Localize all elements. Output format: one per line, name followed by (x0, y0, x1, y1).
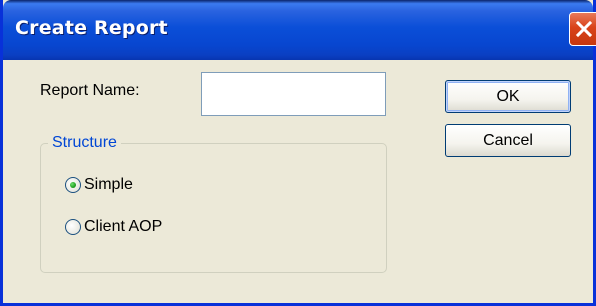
title-bar[interactable]: Create Report (3, 0, 593, 60)
radio-button-simple[interactable] (65, 177, 81, 193)
report-name-input[interactable] (201, 72, 386, 116)
report-name-label: Report Name: (40, 82, 140, 99)
radio-button-client-aop[interactable] (65, 219, 81, 235)
radio-option-client-aop[interactable]: Client AOP (65, 218, 162, 236)
dialog-title: Create Report (15, 17, 168, 39)
radio-label-simple: Simple (84, 176, 133, 193)
structure-group-label: Structure (48, 134, 121, 152)
structure-groupbox (40, 143, 387, 273)
radio-label-client-aop: Client AOP (84, 218, 163, 235)
cancel-button[interactable]: Cancel (445, 124, 571, 157)
close-icon (575, 20, 593, 38)
radio-option-simple[interactable]: Simple (65, 176, 133, 194)
close-button[interactable] (569, 12, 596, 46)
radio-selected-dot (70, 182, 76, 188)
ok-button[interactable]: OK (445, 80, 571, 113)
